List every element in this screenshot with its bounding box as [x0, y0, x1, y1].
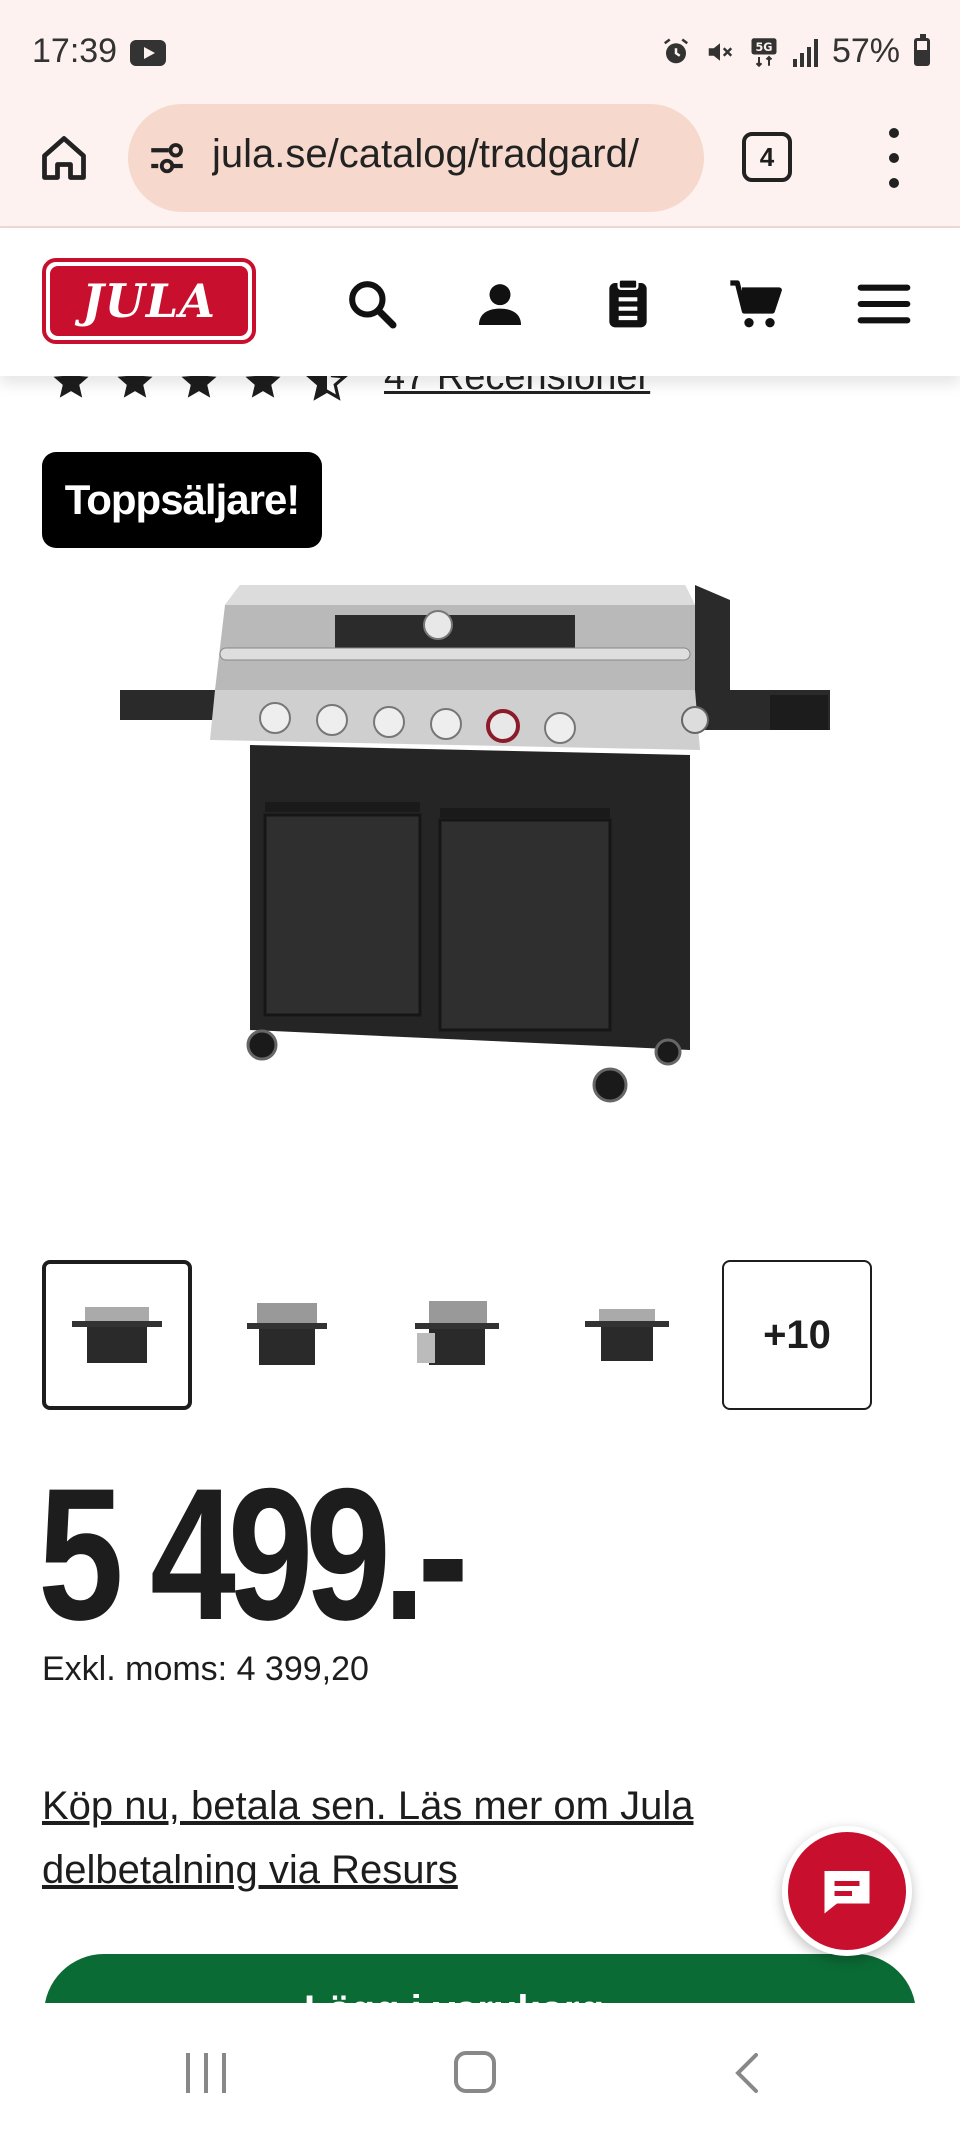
top-seller-badge: Toppsäljare!	[42, 452, 322, 548]
browser-menu-button[interactable]	[884, 128, 904, 188]
clipboard-icon[interactable]	[600, 276, 656, 332]
search-icon[interactable]	[344, 276, 400, 332]
url-text: jula.se/catalog/tradgard/	[212, 132, 639, 176]
thumbnail-image	[247, 1303, 327, 1365]
thumbnail-4[interactable]	[552, 1260, 702, 1410]
thumbnail-strip: +10	[42, 1260, 882, 1410]
installment-link[interactable]: Köp nu, betala sen. Läs mer om Jula delb…	[42, 1774, 782, 1902]
recents-button[interactable]	[186, 2053, 226, 2093]
mute-icon	[708, 42, 733, 61]
5g-icon: 5G	[751, 37, 777, 67]
signal-icon	[792, 37, 818, 67]
price-excl-vat: Exkl. moms: 4 399,20	[42, 1650, 369, 1688]
svg-text:5G: 5G	[755, 40, 772, 53]
home-button[interactable]	[454, 2051, 496, 2093]
cart-icon[interactable]	[728, 276, 784, 332]
chat-icon	[824, 1871, 870, 1914]
account-icon[interactable]	[472, 276, 528, 332]
more-images-button[interactable]: +10	[722, 1260, 872, 1410]
site-header: JULA	[0, 230, 960, 376]
installment-link-line1[interactable]: Köp nu, betala sen. Läs mer om Jula	[42, 1784, 693, 1828]
thumbnail-image	[72, 1307, 162, 1363]
alarm-icon	[663, 38, 688, 63]
tab-switcher-button[interactable]: 4	[742, 132, 792, 182]
thumbnail-image	[415, 1301, 499, 1365]
system-nav-bar	[0, 2003, 960, 2133]
status-time: 17:39	[32, 32, 118, 70]
battery-percent: 57%	[831, 32, 900, 70]
chat-button[interactable]	[782, 1826, 912, 1956]
thumbnail-3[interactable]	[382, 1260, 532, 1410]
product-image[interactable]	[120, 580, 840, 1110]
logo-text: JULA	[50, 266, 248, 336]
battery-icon	[914, 33, 930, 66]
youtube-icon	[130, 40, 166, 66]
installment-link-line2[interactable]: delbetalning via Resurs	[42, 1848, 458, 1892]
status-icons: 5G 57%	[661, 32, 930, 71]
site-settings-icon[interactable]	[146, 138, 188, 180]
thumbnail-1[interactable]	[42, 1260, 192, 1410]
home-icon[interactable]	[38, 132, 90, 184]
back-button[interactable]	[732, 2051, 762, 2095]
browser-toolbar: jula.se/catalog/tradgard/ 4	[0, 104, 960, 228]
thumbnail-image	[585, 1309, 669, 1361]
url-bar[interactable]: jula.se/catalog/tradgard/	[128, 104, 704, 212]
menu-icon[interactable]	[856, 276, 912, 332]
product-price: 5 499.-	[38, 1449, 469, 1659]
status-bar: 17:39 5G 57%	[0, 0, 960, 104]
jula-logo[interactable]: JULA	[42, 258, 256, 344]
thumbnail-2[interactable]	[212, 1260, 362, 1410]
